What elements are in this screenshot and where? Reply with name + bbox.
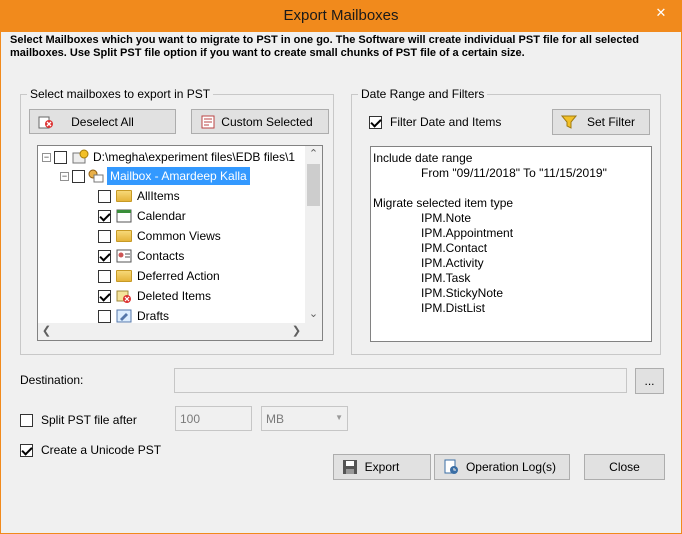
summary-line: Migrate selected item type <box>373 196 514 210</box>
collapse-icon[interactable]: − <box>60 171 69 181</box>
contacts-icon <box>116 249 132 263</box>
filter-funnel-icon <box>560 114 578 130</box>
item-checkbox[interactable] <box>98 249 111 263</box>
item-type: IPM.Task <box>421 271 471 285</box>
folder-icon <box>116 190 132 202</box>
close-label: Close <box>609 460 640 474</box>
deselect-all-label: Deselect All <box>71 114 134 129</box>
deselect-all-button[interactable]: Deselect All <box>29 109 176 134</box>
title-bar: Export Mailboxes ✕ <box>1 1 681 32</box>
tree-root-row[interactable]: − D:\megha\experiment files\EDB files\1 <box>42 147 295 167</box>
mailbox-group-label: Select mailboxes to export in PST <box>27 87 214 101</box>
export-label: Export <box>364 460 400 474</box>
browse-button[interactable]: ... <box>635 368 664 394</box>
item-label: Contacts <box>137 249 185 263</box>
scroll-down-icon[interactable]: ⌄ <box>305 306 322 323</box>
tree-vertical-scrollbar[interactable]: ⌃ ⌄ <box>305 146 322 323</box>
item-type: IPM.Note <box>421 211 472 225</box>
split-pst-label: Split PST file after <box>41 413 137 427</box>
tree-item[interactable]: Contacts <box>98 246 184 266</box>
custom-selected-label: Custom Selected <box>221 114 313 129</box>
item-checkbox[interactable] <box>98 189 111 203</box>
collapse-icon[interactable]: − <box>42 152 51 162</box>
filter-summary-box: Include date range From "09/11/2018" To … <box>370 146 652 342</box>
split-size-input[interactable]: 100 <box>175 406 252 431</box>
scroll-thumb[interactable] <box>307 164 320 206</box>
mailbox-icon <box>88 169 104 183</box>
save-icon <box>342 459 358 475</box>
folder-icon <box>116 230 132 242</box>
item-type: IPM.Contact <box>421 241 488 255</box>
export-mailboxes-window: Export Mailboxes ✕ Select Mailboxes whic… <box>0 0 682 534</box>
close-button[interactable]: Close <box>584 454 665 480</box>
filter-date-checkbox[interactable] <box>369 115 382 129</box>
filter-date-option[interactable]: Filter Date and Items <box>369 115 501 129</box>
item-type: IPM.Appointment <box>421 226 514 240</box>
operation-log-button[interactable]: Operation Log(s) <box>434 454 570 480</box>
split-unit-value: MB <box>266 411 284 426</box>
item-type-list: IPM.Note IPM.Appointment IPM.Contact IPM… <box>373 211 649 316</box>
operation-log-label: Operation Log(s) <box>465 460 557 474</box>
unicode-pst-label: Create a Unicode PST <box>41 443 162 457</box>
destination-input[interactable] <box>174 368 627 393</box>
calendar-icon <box>116 209 132 223</box>
set-filter-button[interactable]: Set Filter <box>552 109 650 135</box>
close-window-icon[interactable]: ✕ <box>647 3 675 23</box>
custom-select-icon <box>200 114 216 130</box>
item-checkbox[interactable] <box>98 209 111 223</box>
mailbox-label: Mailbox - Amardeep Kalla <box>107 167 250 185</box>
chevron-down-icon: ▼ <box>335 413 343 422</box>
item-checkbox[interactable] <box>98 229 111 243</box>
tree-item[interactable]: Deleted Items <box>98 286 211 306</box>
unicode-pst-checkbox[interactable] <box>20 443 33 457</box>
instructions-text: Select Mailboxes which you want to migra… <box>10 34 639 59</box>
item-label: Deferred Action <box>137 269 220 283</box>
item-checkbox[interactable] <box>98 309 111 323</box>
split-pst-option[interactable]: Split PST file after <box>20 413 137 427</box>
item-label: AllItems <box>137 189 180 203</box>
window-title: Export Mailboxes <box>283 7 399 24</box>
root-checkbox[interactable] <box>54 150 67 164</box>
set-filter-label: Set Filter <box>586 115 635 129</box>
item-type: IPM.Activity <box>421 256 484 270</box>
split-unit-select[interactable]: MB ▼ <box>261 406 348 431</box>
unicode-pst-option[interactable]: Create a Unicode PST <box>20 443 161 457</box>
destination-label: Destination: <box>20 373 84 387</box>
folder-icon <box>116 270 132 282</box>
item-label: Drafts <box>137 309 170 323</box>
item-label: Calendar <box>137 209 186 223</box>
edb-file-icon <box>72 149 89 164</box>
drafts-icon <box>116 309 132 323</box>
tree-horizontal-scrollbar[interactable]: ❮ ❯ <box>38 323 322 340</box>
item-type: IPM.DistList <box>421 301 486 315</box>
item-checkbox[interactable] <box>98 289 111 303</box>
tree-item[interactable]: AllItems <box>98 186 180 206</box>
mailbox-tree[interactable]: − D:\megha\experiment files\EDB files\1 … <box>37 145 323 341</box>
deleted-items-icon <box>116 290 131 303</box>
tree-item[interactable]: Calendar <box>98 206 186 226</box>
filter-date-label: Filter Date and Items <box>390 115 502 129</box>
tree-item[interactable]: Deferred Action <box>98 266 220 286</box>
item-checkbox[interactable] <box>98 269 111 283</box>
scroll-right-icon[interactable]: ❯ <box>288 323 305 340</box>
tree-root-label: D:\megha\experiment files\EDB files\1 <box>93 150 296 164</box>
item-type: IPM.StickyNote <box>421 286 504 300</box>
export-button[interactable]: Export <box>333 454 431 480</box>
item-label: Deleted Items <box>137 289 212 303</box>
summary-date-range: From "09/11/2018" To "11/15/2019" <box>421 166 607 180</box>
scroll-up-icon[interactable]: ⌃ <box>305 146 322 163</box>
scroll-left-icon[interactable]: ❮ <box>38 323 55 340</box>
mailbox-checkbox[interactable] <box>72 169 85 183</box>
summary-line: Include date range <box>373 151 473 165</box>
date-range-group-label: Date Range and Filters <box>358 87 488 101</box>
tree-item[interactable]: Common Views <box>98 226 221 246</box>
deselect-icon <box>38 114 54 130</box>
log-icon <box>443 459 459 475</box>
custom-selected-button[interactable]: Custom Selected <box>191 109 329 134</box>
split-pst-checkbox[interactable] <box>20 413 33 427</box>
item-label: Common Views <box>137 229 221 243</box>
mailbox-row[interactable]: − Mailbox - Amardeep Kalla <box>60 166 250 186</box>
